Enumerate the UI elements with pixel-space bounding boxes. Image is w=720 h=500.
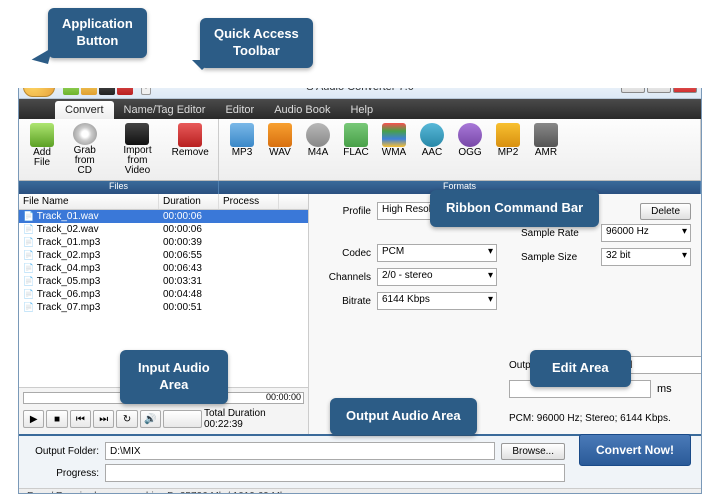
delete-profile-button[interactable]: Delete [640, 203, 691, 220]
windows-icon [382, 123, 406, 147]
output-audio-area: Output Folder: Browse... Progress: Conve… [19, 434, 701, 488]
flac-icon [344, 123, 368, 147]
group-files-label: Files [19, 181, 219, 194]
prev-button[interactable]: ⏮ [70, 410, 91, 428]
progress-bar [105, 464, 565, 482]
format-ogg-button[interactable]: OGG [451, 121, 489, 178]
mp3-icon [230, 123, 254, 147]
tab-strip: Convert Name/Tag Editor Editor Audio Boo… [19, 99, 701, 119]
tab-name-tag-editor[interactable]: Name/Tag Editor [114, 101, 216, 119]
wav-icon [268, 123, 292, 147]
bitrate-select[interactable]: 6144 Kbps [377, 292, 497, 310]
col-filename[interactable]: File Name [19, 194, 159, 209]
file-row[interactable]: Track_02.mp300:06:55 [19, 249, 308, 262]
col-process[interactable]: Process [219, 194, 279, 209]
ogg-icon [458, 123, 482, 147]
note-icon [496, 123, 520, 147]
tab-editor[interactable]: Editor [215, 101, 264, 119]
cd-icon [73, 123, 97, 145]
play-button[interactable]: ▶ [23, 410, 44, 428]
format-wma-button[interactable]: WMA [375, 121, 413, 178]
callout-output-area: Output Audio Area [330, 398, 477, 435]
file-row[interactable]: Track_04.mp300:06:43 [19, 262, 308, 275]
format-aac-button[interactable]: AAC [413, 121, 451, 178]
callout-input-area: Input AudioArea [120, 350, 228, 404]
file-row[interactable]: Track_05.mp300:03:31 [19, 275, 308, 288]
file-row[interactable]: Track_07.mp300:00:51 [19, 301, 308, 314]
file-row[interactable]: Track_01.mp300:00:39 [19, 236, 308, 249]
browse-button[interactable]: Browse... [501, 443, 565, 460]
amr-icon [534, 123, 558, 147]
callout-ribbon: Ribbon Command Bar [430, 190, 599, 227]
sample-rate-select[interactable]: 96000 Hz [601, 224, 691, 242]
mute-button[interactable]: 🔊 [140, 410, 161, 428]
file-row[interactable]: Track_06.mp300:04:48 [19, 288, 308, 301]
apple-icon [306, 123, 330, 147]
grab-cd-button[interactable]: Grabfrom CD [61, 121, 109, 178]
tab-audio-book[interactable]: Audio Book [264, 101, 340, 119]
sample-size-select[interactable]: 32 bit [601, 248, 691, 266]
volume-slider[interactable] [163, 410, 202, 428]
remove-button[interactable]: Remove [166, 121, 214, 178]
convert-now-button[interactable]: Convert Now! [579, 434, 691, 466]
pcm-info: PCM: 96000 Hz; Stereo; 6144 Kbps. [509, 413, 671, 424]
repeat-button[interactable]: ↻ [116, 410, 137, 428]
col-duration[interactable]: Duration [159, 194, 219, 209]
minus-icon [178, 123, 202, 147]
output-folder-input[interactable] [105, 442, 495, 460]
status-bar: Free / Required space on drive D: 25726 … [19, 488, 701, 494]
callout-quick-access: Quick AccessToolbar [200, 18, 313, 68]
format-flac-button[interactable]: FLAC [337, 121, 375, 178]
import-video-button[interactable]: Importfrom Video [109, 121, 167, 178]
format-m4a-button[interactable]: M4A [299, 121, 337, 178]
file-row[interactable]: Track_01.wav00:00:06 [19, 210, 308, 223]
format-mp3-button[interactable]: MP3 [223, 121, 261, 178]
plus-icon [30, 123, 54, 147]
file-row[interactable]: Track_02.wav00:00:06 [19, 223, 308, 236]
aac-icon [420, 123, 444, 147]
callout-edit-area: Edit Area [530, 350, 631, 387]
channels-select[interactable]: 2/0 - stereo [377, 268, 497, 286]
film-icon [125, 123, 149, 145]
tab-convert[interactable]: Convert [55, 101, 114, 119]
format-wav-button[interactable]: WAV [261, 121, 299, 178]
tab-help[interactable]: Help [340, 101, 383, 119]
callout-app-button: ApplicationButton [48, 8, 147, 58]
add-file-button[interactable]: AddFile [23, 121, 61, 178]
stop-button[interactable]: ■ [46, 410, 67, 428]
ribbon-bar: AddFile Grabfrom CD Importfrom Video Rem… [19, 119, 701, 181]
format-mp2-button[interactable]: MP2 [489, 121, 527, 178]
next-button[interactable]: ⏭ [93, 410, 114, 428]
format-amr-button[interactable]: AMR [527, 121, 565, 178]
codec-select[interactable]: PCM [377, 244, 497, 262]
